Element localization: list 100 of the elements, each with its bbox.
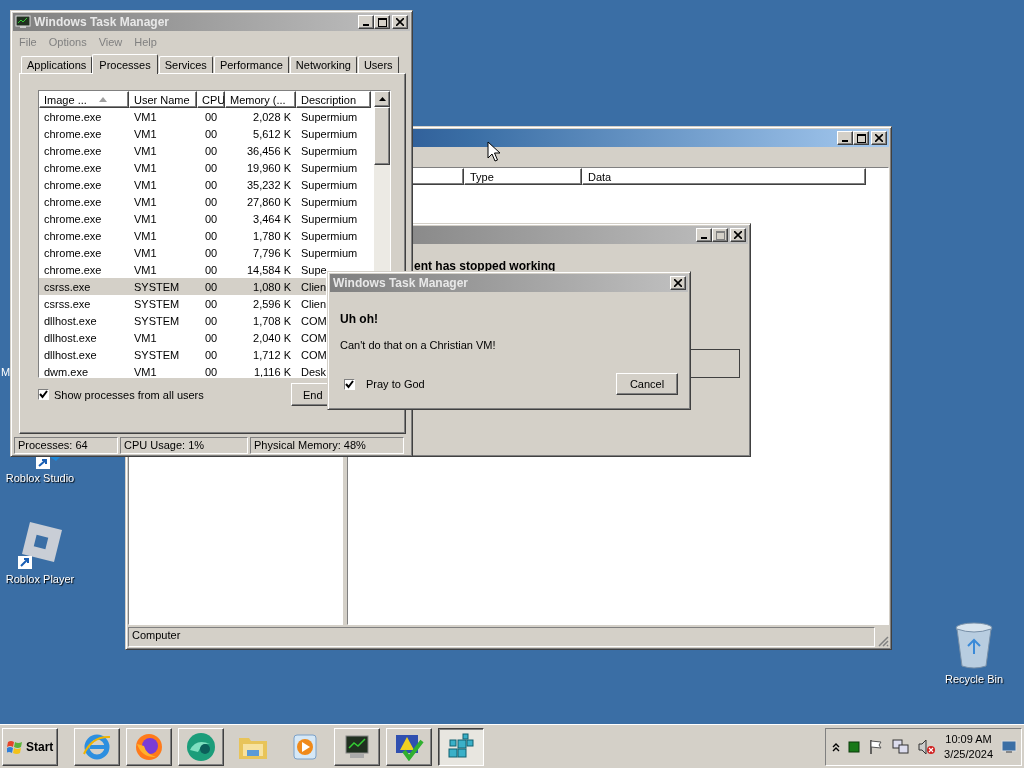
checkbox[interactable] (38, 389, 49, 400)
table-cell-text: 19,960 K (245, 161, 292, 174)
table-cell-text: Supermium (300, 110, 359, 123)
minimize-button[interactable] (837, 131, 853, 145)
table-cell-text: Supermium (300, 195, 359, 208)
process-row[interactable]: chrome.exe VM1 00 19,960 K Supermium (39, 159, 374, 176)
table-cell-text: 00 (203, 348, 219, 361)
chevron-up-icon[interactable] (832, 741, 841, 752)
tab[interactable]: Users (357, 56, 399, 73)
table-cell-text: 1,780 K (252, 229, 292, 242)
table-cell-text: VM1 (133, 212, 158, 225)
table-cell-text: 00 (203, 246, 219, 259)
checkbox-label: Pray to God (366, 378, 425, 390)
table-cell-text: Supermium (300, 212, 359, 225)
close-icon (875, 134, 883, 142)
play-icon (291, 732, 320, 761)
column-header[interactable]: Description (296, 91, 371, 108)
process-row[interactable]: chrome.exe VM1 00 36,456 K Supermium (39, 142, 374, 159)
table-cell-text: 00 (203, 263, 219, 276)
table-cell-text: VM1 (133, 263, 158, 276)
resize-grip-icon[interactable] (877, 635, 889, 647)
dialog-title: Windows Task Manager (333, 276, 469, 290)
desktop-icon-label[interactable]: Roblox Player (5, 573, 75, 585)
scroll-up-icon (378, 97, 386, 101)
taskbar-button[interactable] (438, 727, 485, 766)
start-button[interactable]: Start (2, 727, 59, 766)
table-cell-text: csrss.exe (43, 297, 92, 310)
table-cell-text: chrome.exe (43, 127, 103, 140)
tab[interactable]: Services (158, 56, 213, 73)
clock-date[interactable]: 3/25/2024 (944, 746, 993, 762)
process-row[interactable]: chrome.exe VM1 00 35,232 K Supermium (39, 176, 374, 193)
table-cell-text: VM1 (133, 144, 158, 157)
desktop-icon-label[interactable]: Roblox Studio (5, 472, 75, 484)
table-cell-text: dllhost.exe (43, 331, 98, 344)
process-row[interactable]: chrome.exe VM1 00 1,780 K Supermium (39, 227, 374, 244)
dialog-heading: Uh oh! (340, 312, 379, 326)
process-row[interactable]: chrome.exe VM1 00 27,860 K Supermium (39, 193, 374, 210)
tab[interactable]: Processes (92, 54, 158, 74)
monitor-icon (15, 15, 31, 29)
player-icon[interactable] (16, 520, 64, 570)
table-cell-text: Supe (300, 263, 328, 276)
table-cell-text: Supermium (300, 178, 359, 191)
column-header[interactable]: CPU (197, 91, 225, 108)
maximize-button[interactable] (853, 131, 869, 145)
column-header[interactable]: Type (464, 168, 582, 185)
table-cell-text: 00 (203, 178, 219, 191)
process-row[interactable]: chrome.exe VM1 00 7,796 K Supermium (39, 244, 374, 261)
cursor-icon (487, 141, 501, 163)
table-cell-text: VM1 (133, 161, 158, 174)
column-header[interactable]: User Name (129, 91, 197, 108)
table-cell-text: chrome.exe (43, 110, 103, 123)
table-cell-text: chrome.exe (43, 144, 103, 157)
close-icon (734, 231, 742, 239)
tab[interactable]: Applications (21, 56, 93, 73)
close-icon (674, 279, 682, 287)
table-cell-text: 00 (203, 280, 219, 293)
maximize-icon (377, 18, 387, 27)
show-desktop-icon[interactable] (1001, 739, 1017, 754)
table-cell-text: Supermium (300, 246, 359, 259)
checkbox[interactable] (344, 378, 355, 390)
column-header[interactable] (410, 168, 464, 185)
tab[interactable]: Networking (289, 56, 357, 73)
table-cell-text: 35,232 K (245, 178, 292, 191)
recycle-bin-icon[interactable] (954, 622, 994, 670)
table-cell-text: 2,028 K (252, 110, 292, 123)
close-button[interactable] (871, 131, 887, 145)
table-cell-text: VM1 (133, 195, 158, 208)
table-cell-text: 7,796 K (252, 246, 292, 259)
table-cell-text: dllhost.exe (43, 314, 98, 327)
column-header[interactable]: Data (582, 168, 866, 185)
tray-app-icon[interactable] (848, 740, 861, 753)
table-cell-text: 14,584 K (245, 263, 292, 276)
table-cell-text: chrome.exe (43, 212, 103, 225)
scroll-thumb[interactable] (374, 107, 390, 165)
table-cell-text: 00 (203, 195, 219, 208)
network-icon[interactable] (892, 738, 911, 755)
maximize-icon (715, 231, 725, 240)
table-cell-text: COM (300, 314, 328, 327)
tab[interactable]: Performance (213, 56, 289, 73)
table-cell-text: COM (300, 331, 328, 344)
speaker-muted-icon[interactable] (918, 738, 937, 755)
clock-time[interactable]: 10:09 AM (945, 731, 992, 747)
flag-icon[interactable] (868, 738, 885, 755)
table-cell-text: 00 (203, 229, 219, 242)
desktop-icon-label[interactable]: Recycle Bin (944, 673, 1004, 685)
column-header[interactable]: Image ... (39, 91, 129, 108)
process-row[interactable]: chrome.exe VM1 00 14,584 K Supe (39, 261, 374, 278)
process-row[interactable]: chrome.exe VM1 00 3,464 K Supermium (39, 210, 374, 227)
process-row[interactable]: chrome.exe VM1 00 2,028 K Supermium (39, 108, 374, 125)
table-cell-text: 00 (203, 127, 219, 140)
table-cell-text: VM1 (133, 331, 158, 344)
desktop-icon-label[interactable]: M (1, 366, 10, 378)
process-row[interactable]: csrss.exe SYSTEM 00 1,080 K Clien (39, 278, 326, 295)
dialog-message: Can't do that on a Christian VM! (340, 339, 497, 351)
column-header[interactable]: Memory (... (225, 91, 296, 108)
process-row[interactable]: chrome.exe VM1 00 5,612 K Supermium (39, 125, 374, 142)
cancel-button[interactable]: Cancel (616, 373, 678, 395)
table-cell-text: chrome.exe (43, 195, 103, 208)
table-cell-text: SYSTEM (133, 314, 181, 327)
error-message: ent has stopped working (414, 259, 557, 273)
